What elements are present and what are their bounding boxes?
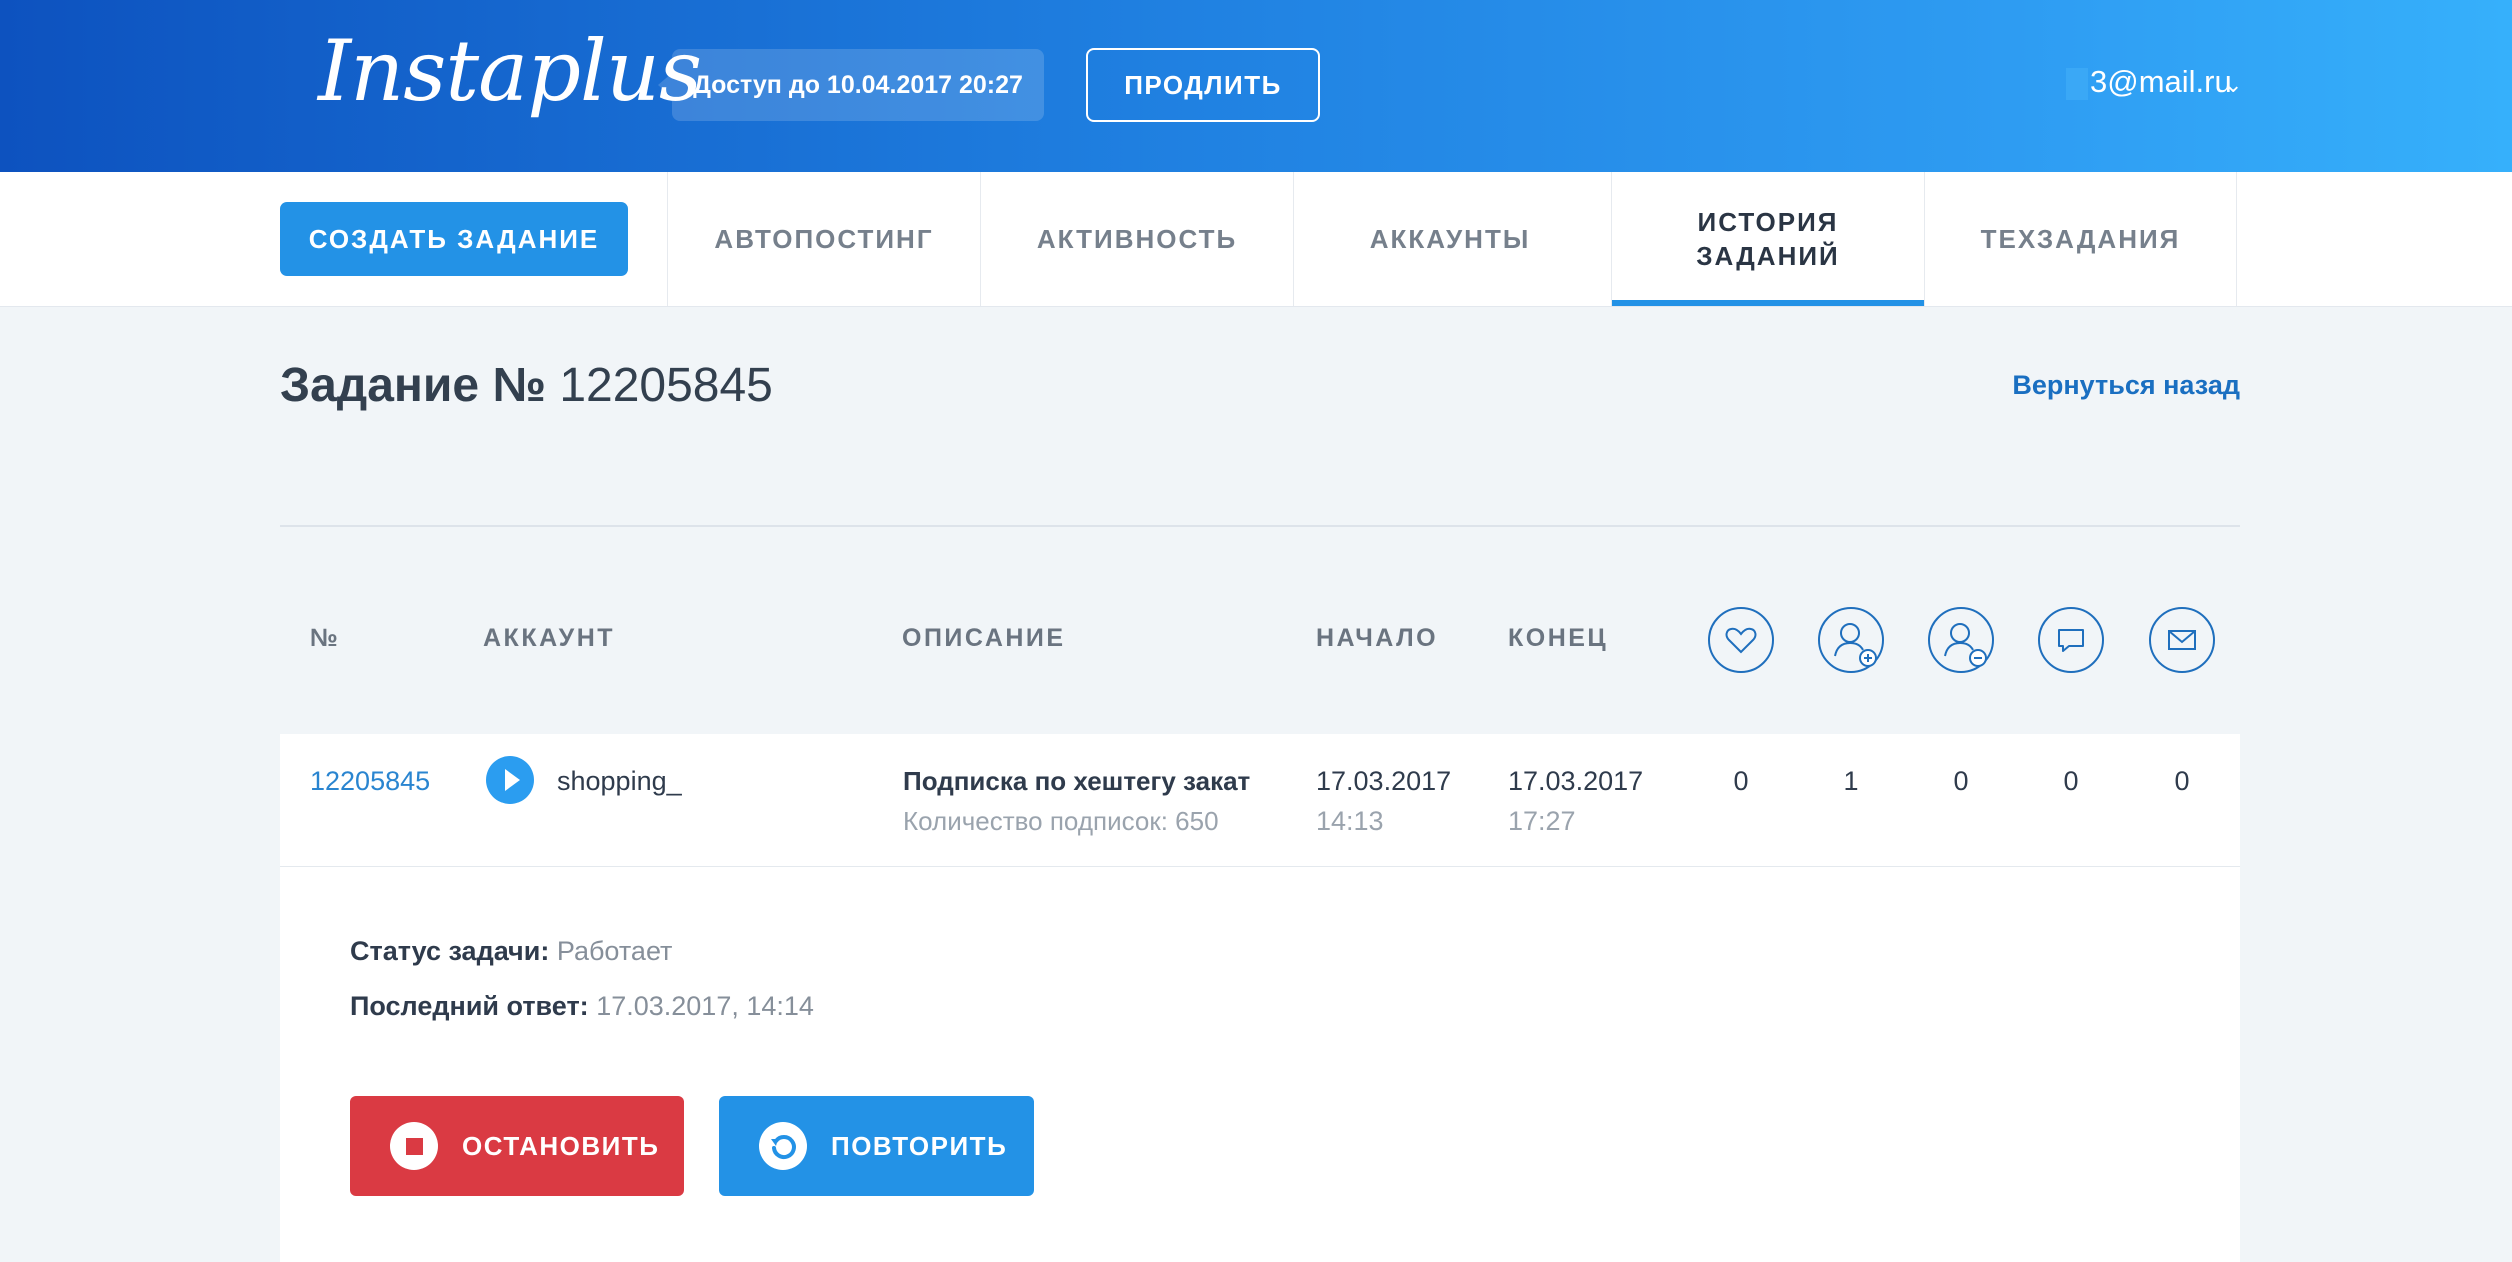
task-description-sub: Количество подписок: 650 [903,806,1219,836]
comment-icon [2037,606,2105,674]
back-link[interactable]: Вернуться назад [2012,370,2240,401]
messages-count: 0 [2174,766,2190,796]
end-time: 17:27 [1508,806,1576,836]
mail-icon [2148,606,2216,674]
play-icon[interactable] [486,756,534,804]
create-task-button[interactable]: СОЗДАТЬ ЗАДАНИЕ [280,202,628,276]
tab-activity[interactable]: АКТИВНОСТЬ [980,172,1293,306]
start-time: 14:13 [1316,806,1384,836]
unfollows-count: 0 [1953,766,1969,796]
likes-count: 0 [1733,766,1749,796]
last-response-value: 17.03.2017, 14:14 [596,991,814,1021]
end-date: 17.03.2017 [1508,766,1644,796]
account-name: shopping_ [557,766,682,796]
page-title-number: 12205845 [559,359,773,412]
table-row [280,734,2240,867]
repeat-icon [759,1122,807,1170]
follows-count: 1 [1843,766,1859,796]
header-start: НАЧАЛО [1316,624,1439,652]
heart-icon [1707,606,1775,674]
header-end: КОНЕЦ [1508,624,1609,652]
tab-autoposting[interactable]: АВТОПОСТИНГ [667,172,980,306]
last-response-label: Последний ответ: [350,991,589,1021]
header-number: № [310,624,341,652]
page-title-prefix: Задание № [280,359,546,412]
task-status: Статус задачи: Работает [350,936,672,967]
task-details-panel [280,867,2240,1262]
tab-tech-tasks[interactable]: ТЕХЗАДАНИЯ [1924,172,2237,306]
status-value: Работает [556,936,673,966]
chevron-down-icon[interactable]: ⌄ [2224,72,2242,98]
task-id-link[interactable]: 12205845 [310,766,430,797]
page-title: Задание № 12205845 [280,358,773,413]
task-description: Подписка по хештегу закат [903,766,1251,796]
start-date: 17.03.2017 [1316,766,1452,796]
top-header: Instaplus Доступ до 10.04.2017 20:27 ПРО… [0,0,2512,172]
access-until-badge: Доступ до 10.04.2017 20:27 [658,49,1044,121]
status-label: Статус задачи: [350,936,550,966]
repeat-button-label: ПОВТОРИТЬ [831,1130,1008,1161]
repeat-button[interactable]: ПОВТОРИТЬ [719,1096,1034,1196]
extend-button[interactable]: ПРОДЛИТЬ [1086,48,1320,122]
last-response: Последний ответ: 17.03.2017, 14:14 [350,991,814,1022]
email-mask [2066,67,2088,100]
stop-button[interactable]: ОСТАНОВИТЬ [350,1096,684,1196]
main-nav: СОЗДАТЬ ЗАДАНИЕ АВТОПОСТИНГ АКТИВНОСТЬ А… [0,172,2512,307]
user-menu[interactable]: 3@mail.ru [2066,64,2232,100]
tab-task-history[interactable]: ИСТОРИЯ ЗАДАНИЙ [1611,172,1924,306]
stop-button-label: ОСТАНОВИТЬ [462,1130,660,1161]
comments-count: 0 [2063,766,2079,796]
user-remove-icon [1927,606,1995,674]
divider [280,525,2240,527]
tab-accounts[interactable]: АККАУНТЫ [1293,172,1606,306]
header-account: АККАУНТ [483,624,616,652]
stop-icon [390,1122,438,1170]
app-logo[interactable]: Instaplus [318,22,702,120]
header-description: ОПИСАНИЕ [902,624,1066,652]
user-add-icon [1817,606,1885,674]
user-email: 3@mail.ru [2090,64,2232,99]
